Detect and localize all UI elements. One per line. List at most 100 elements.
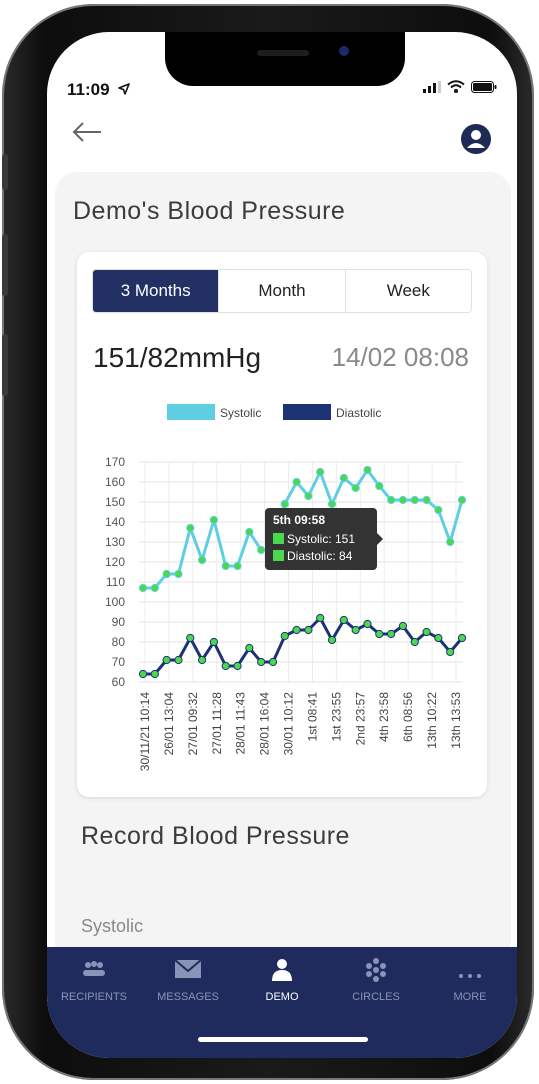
- tooltip-systolic: Systolic: 151: [287, 532, 355, 546]
- user-circle-icon[interactable]: [461, 124, 491, 154]
- data-point-systolic: [351, 483, 360, 493]
- data-point-systolic: [245, 527, 254, 537]
- data-point-diastolic: [363, 619, 372, 629]
- data-point-systolic: [221, 561, 230, 571]
- more-dots-icon: [458, 957, 482, 985]
- data-point-diastolic: [375, 629, 384, 639]
- data-point-diastolic: [446, 647, 455, 657]
- nav-label: RECIPIENTS: [60, 991, 127, 1003]
- data-point-diastolic: [150, 669, 159, 679]
- camera: [339, 46, 349, 56]
- status-icons: [423, 80, 497, 98]
- data-point-diastolic: [410, 637, 419, 647]
- nav-messages[interactable]: MESSAGES: [141, 947, 235, 1021]
- data-point-systolic: [150, 583, 159, 593]
- data-point-systolic: [304, 491, 313, 501]
- x-tick-label: 28/01 11:43: [234, 692, 248, 755]
- x-tick-label: 27/01 11:28: [210, 692, 224, 755]
- tooltip-swatch-systolic: [273, 533, 284, 544]
- data-point-systolic: [363, 465, 372, 475]
- data-point-diastolic: [221, 661, 230, 671]
- status-time-text: 11:09: [67, 80, 110, 99]
- record-title: Record Blood Pressure: [81, 822, 350, 850]
- systolic-field-label: Systolic: [81, 916, 144, 936]
- data-point-diastolic: [186, 633, 195, 643]
- y-tick-label: 170: [105, 455, 125, 469]
- y-tick-label: 70: [112, 655, 126, 669]
- data-point-diastolic: [209, 637, 218, 647]
- data-point-diastolic: [257, 657, 266, 667]
- x-tick-label: 2nd 23:57: [353, 692, 367, 746]
- x-tick-label: 1st 23:55: [329, 692, 343, 742]
- tooltip-title: 5th 09:58: [273, 513, 325, 527]
- nav-more[interactable]: MORE: [423, 947, 517, 1021]
- data-point-systolic: [138, 583, 148, 593]
- location-arrow-icon: [118, 80, 131, 100]
- data-point-diastolic: [174, 655, 183, 665]
- tab-3-months[interactable]: 3 Months: [93, 270, 219, 312]
- data-point-systolic: [398, 495, 408, 505]
- phone-frame: 11:09 Demo's Blood Pressure 3 Months Mon…: [2, 4, 534, 1080]
- data-point-diastolic: [387, 629, 396, 639]
- data-point-diastolic: [316, 613, 325, 623]
- latest-timestamp: 14/02 08:08: [331, 342, 469, 372]
- data-point-systolic: [186, 523, 195, 533]
- legend-label-diastolic: Diastolic: [336, 406, 381, 420]
- signal-icon: [423, 80, 441, 98]
- back-arrow-icon[interactable]: [71, 120, 105, 154]
- notch: [165, 32, 405, 86]
- tooltip-swatch-diastolic: [273, 550, 284, 561]
- side-button: [2, 234, 8, 296]
- data-point-systolic: [434, 505, 443, 515]
- x-tick-label: 1st 08:41: [305, 692, 319, 742]
- page-title: Demo's Blood Pressure: [73, 197, 346, 225]
- y-tick-label: 120: [105, 555, 125, 569]
- period-tabs: 3 Months Month Week: [92, 269, 472, 313]
- side-button: [2, 154, 8, 190]
- screen: 11:09 Demo's Blood Pressure 3 Months Mon…: [47, 32, 517, 1058]
- data-point-systolic: [387, 495, 396, 505]
- data-point-systolic: [316, 467, 325, 477]
- nav-circles[interactable]: CIRCLES: [329, 947, 423, 1021]
- tooltip-pointer: [377, 533, 383, 545]
- data-point-systolic: [280, 499, 289, 509]
- x-tick-label: 30/11/21 10:14: [138, 692, 152, 772]
- y-tick-label: 100: [105, 595, 125, 609]
- data-point-systolic: [446, 537, 455, 547]
- data-point-systolic: [375, 481, 384, 491]
- data-point-diastolic: [197, 655, 207, 665]
- x-tick-label: 28/01 16:04: [258, 692, 272, 756]
- data-point-diastolic: [233, 661, 242, 671]
- data-point-systolic: [174, 569, 183, 579]
- data-point-diastolic: [457, 633, 467, 643]
- latest-reading: 151/82mmHg: [93, 342, 262, 373]
- person-icon: [270, 957, 294, 985]
- data-point-systolic: [422, 495, 431, 505]
- y-axis-ticks: 170 160 150 140 130 120 110 100 90 80 70 60: [105, 455, 125, 689]
- data-point-diastolic: [327, 635, 337, 645]
- y-tick-label: 130: [105, 535, 125, 549]
- data-point-systolic: [410, 495, 419, 505]
- data-point-diastolic: [292, 625, 301, 635]
- data-point-diastolic: [280, 631, 289, 641]
- nav-label: MESSAGES: [157, 991, 219, 1003]
- data-point-diastolic: [351, 625, 360, 635]
- x-tick-label: 13th 10:22: [425, 692, 439, 749]
- x-tick-label: 6th 08:56: [401, 692, 415, 742]
- data-point-systolic: [162, 569, 171, 579]
- data-point-diastolic: [398, 621, 408, 631]
- tab-week[interactable]: Week: [344, 270, 471, 312]
- y-tick-label: 90: [112, 615, 126, 629]
- data-point-diastolic: [422, 627, 431, 637]
- envelope-icon: [174, 957, 202, 985]
- nav-recipients[interactable]: RECIPIENTS: [47, 947, 141, 1021]
- nav-demo[interactable]: DEMO: [235, 947, 329, 1021]
- tab-month[interactable]: Month: [218, 270, 345, 312]
- chart-legend: Systolic Diastolic: [167, 404, 381, 420]
- data-point-systolic: [257, 545, 266, 555]
- data-point-diastolic: [304, 625, 313, 635]
- circles-icon: [363, 957, 389, 985]
- data-point-diastolic: [245, 643, 254, 653]
- data-point-systolic: [327, 499, 337, 509]
- y-tick-label: 110: [106, 575, 125, 589]
